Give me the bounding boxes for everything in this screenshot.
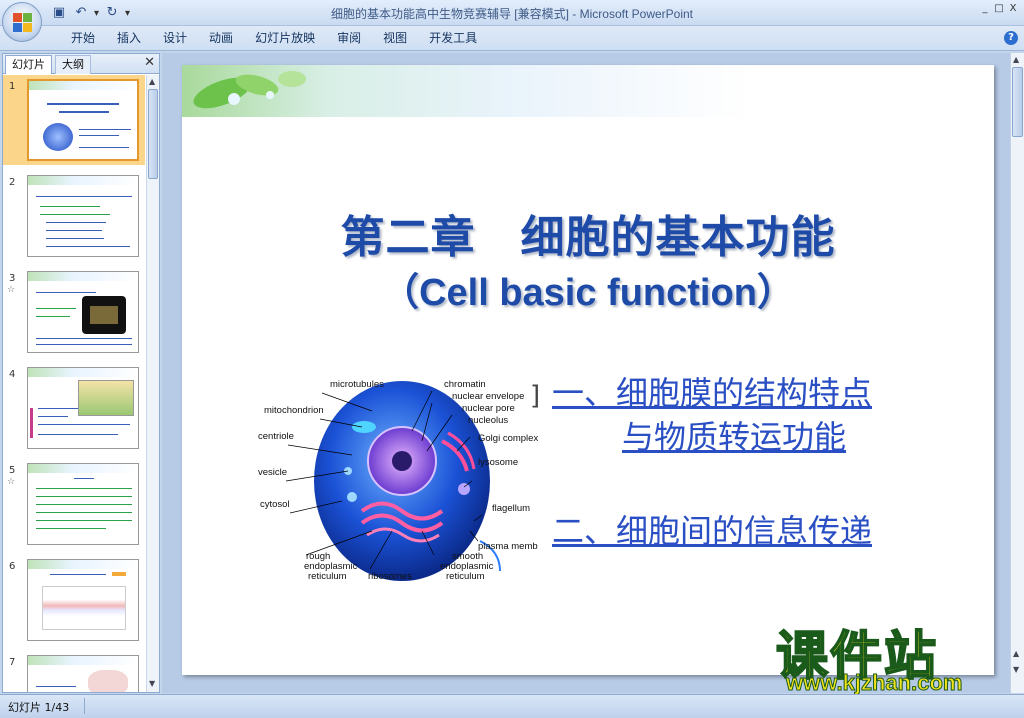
panel-tabs: 幻灯片 大纲 ✕	[3, 54, 159, 74]
thumbnail-preview	[27, 559, 139, 641]
tab-slides[interactable]: 幻灯片	[5, 55, 52, 74]
link-cell-signaling[interactable]: 二、细胞间的信息传递	[552, 509, 872, 553]
office-logo-icon	[13, 13, 33, 33]
slide-scrollbar[interactable]: ▲ ▲ ▼	[1010, 53, 1024, 693]
close-button[interactable]: X	[1006, 2, 1020, 16]
slides-panel: 幻灯片 大纲 ✕ 1 2 3 ☆ 4 5 ☆ 6 7 ▲ ▼	[2, 53, 160, 693]
watermark-url: www.kjzhan.com	[785, 670, 963, 696]
slide-editing-area: 第二章 细胞的基本功能 （Cell basic function） microt…	[162, 53, 1010, 693]
thumbnail-number: 1	[9, 81, 16, 92]
label-cytosol: cytosol	[260, 499, 290, 510]
tab-insert[interactable]: 插入	[106, 30, 152, 46]
slide-thumbnail-5[interactable]: 5 ☆	[3, 459, 145, 549]
ribbon: 开始 插入 设计 动画 幻灯片放映 审阅 视图 开发工具 ?	[0, 26, 1024, 51]
leaf-decoration-icon	[193, 71, 306, 109]
bracket-icon: ]	[530, 381, 541, 411]
thumbnail-number: 2	[9, 177, 16, 188]
label-microtubules: microtubules	[330, 379, 384, 390]
tab-animations[interactable]: 动画	[198, 30, 244, 46]
minimize-button[interactable]: _	[978, 2, 992, 16]
scroll-up-icon[interactable]: ▲	[149, 77, 155, 86]
slide-title[interactable]: 第二章 细胞的基本功能	[182, 201, 994, 265]
label-nucleolus: nucleolus	[468, 415, 509, 426]
status-divider	[84, 698, 85, 714]
thumbnail-preview	[27, 463, 139, 545]
thumbnail-preview	[27, 271, 139, 353]
slide-thumbnail-3[interactable]: 3 ☆	[3, 267, 145, 357]
slide-thumbnail-1[interactable]: 1	[3, 75, 145, 165]
link-membrane-transport[interactable]: 与物质转运功能	[622, 415, 846, 459]
thumbnail-number: 5	[9, 465, 16, 476]
thumbnail-number: 3	[9, 273, 16, 284]
slide-thumbnail-2[interactable]: 2	[3, 171, 145, 261]
tab-outline[interactable]: 大纲	[55, 55, 91, 74]
next-slide-icon[interactable]: ▼	[1013, 665, 1019, 674]
thumbnail-scrollbar[interactable]: ▲ ▼	[146, 75, 159, 692]
label-chromatin: chromatin	[444, 379, 486, 390]
scroll-thumb[interactable]	[1012, 67, 1023, 137]
thumbnail-preview	[27, 655, 139, 692]
thumbnail-number: 4	[9, 369, 16, 380]
current-slide[interactable]: 第二章 细胞的基本功能 （Cell basic function） microt…	[182, 65, 994, 675]
label-plasma-membrane: plasma memb	[478, 541, 538, 552]
label-rough-er-3: reticulum	[308, 571, 347, 582]
title-bar: ▣ ↶ ▾ ↻ ▾ 细胞的基本功能高中生物竞赛辅导 [兼容模式] - Micro…	[0, 0, 1024, 26]
slide-thumbnail-4[interactable]: 4	[3, 363, 145, 453]
thumbnail-number: 6	[9, 561, 16, 572]
label-golgi: Golgi complex	[478, 433, 539, 444]
label-centriole: centriole	[258, 431, 294, 442]
slide-counter: 幻灯片 1/43	[8, 701, 70, 714]
cell-diagram: microtubules mitochondrion centriole ves…	[252, 371, 552, 591]
previous-slide-icon[interactable]: ▲	[1013, 649, 1019, 658]
thumbnail-preview	[27, 367, 139, 449]
status-bar: 幻灯片 1/43	[0, 694, 1024, 718]
label-flagellum: flagellum	[492, 503, 531, 514]
thumbnail-list: 1 2 3 ☆ 4 5 ☆ 6 7	[3, 75, 145, 692]
label-smooth-er-3: reticulum	[446, 571, 485, 582]
thumbnail-preview	[27, 175, 139, 257]
label-mitochondrion: mitochondrion	[264, 405, 324, 416]
close-panel-icon[interactable]: ✕	[144, 55, 155, 70]
label-lysosome: lysosome	[478, 457, 519, 468]
label-nuclear-pore: nuclear pore	[462, 403, 515, 414]
window-title: 细胞的基本功能高中生物竞赛辅导 [兼容模式] - Microsoft Power…	[330, 7, 694, 21]
scroll-thumb[interactable]	[148, 89, 158, 179]
maximize-button[interactable]: □	[992, 2, 1006, 16]
label-vesicle: vesicle	[258, 467, 288, 478]
scroll-up-icon[interactable]: ▲	[1013, 55, 1019, 64]
thumbnail-preview	[27, 79, 139, 161]
slide-thumbnail-7[interactable]: 7	[3, 651, 145, 692]
animation-star-icon: ☆	[7, 477, 16, 487]
thumbnail-number: 7	[9, 657, 16, 668]
tab-review[interactable]: 审阅	[326, 30, 372, 46]
link-membrane-structure[interactable]: 一、细胞膜的结构特点	[552, 371, 872, 415]
label-ribosomes: ribosomes	[368, 571, 412, 582]
help-icon[interactable]: ?	[1004, 31, 1018, 45]
tab-design[interactable]: 设计	[152, 30, 198, 46]
label-nuclear-envelope: nuclear envelope	[452, 391, 525, 402]
animation-star-icon: ☆	[7, 285, 16, 295]
scroll-down-icon[interactable]: ▼	[149, 679, 155, 688]
tab-developer[interactable]: 开发工具	[418, 30, 488, 46]
tab-slideshow[interactable]: 幻灯片放映	[244, 30, 326, 46]
office-button[interactable]	[2, 2, 42, 42]
window-controls: _ □ X	[978, 2, 1020, 16]
ribbon-tabs: 开始 插入 设计 动画 幻灯片放映 审阅 视图 开发工具	[60, 30, 488, 46]
slide-thumbnail-6[interactable]: 6	[3, 555, 145, 645]
slide-subtitle[interactable]: （Cell basic function）	[182, 261, 994, 316]
tab-view[interactable]: 视图	[372, 30, 418, 46]
tab-home[interactable]: 开始	[60, 30, 106, 46]
